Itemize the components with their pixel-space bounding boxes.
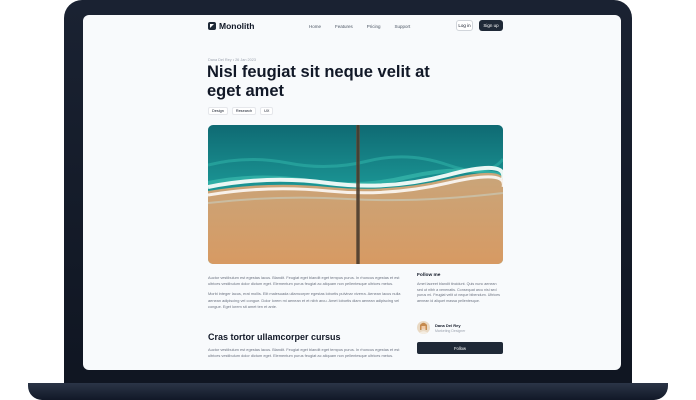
monolith-logo-icon <box>208 22 216 30</box>
logo[interactable]: Monolith <box>208 21 254 31</box>
hero-image <box>208 125 503 264</box>
logo-text: Monolith <box>219 21 255 31</box>
article-title: Nisl feugiat sit neque velit at eget ame… <box>207 63 430 100</box>
tag-research[interactable]: Research <box>231 107 257 115</box>
sidebar-text: Amet laoreet blandit tincidunt. Quis nun… <box>417 282 501 303</box>
author-role: Marketing Designer <box>435 328 466 333</box>
tag-list: Design Research UX <box>208 107 274 115</box>
tag-ux[interactable]: UX <box>260 107 274 115</box>
laptop-base <box>28 383 668 400</box>
author-card[interactable]: Dana Del Rey Marketing Designer <box>417 321 465 334</box>
section-heading: Cras tortor ullamcorper cursus <box>208 332 341 342</box>
tag-design[interactable]: Design <box>208 107 228 115</box>
paragraph: Morbi integer lacus, erat mollis. Elit m… <box>208 291 401 309</box>
nav-link-home[interactable]: Home <box>309 24 321 29</box>
avatar <box>417 321 430 334</box>
login-button[interactable]: Log in <box>456 20 473 31</box>
nav-links: Home Features Pricing Support <box>309 24 410 29</box>
signup-button[interactable]: Sign up <box>479 20 503 31</box>
author-info: Dana Del Rey Marketing Designer <box>435 323 465 333</box>
section-paragraph: Auctor vestibulum est egestas lacus. Bla… <box>208 347 400 359</box>
nav-link-pricing[interactable]: Pricing <box>367 24 381 29</box>
sidebar-heading: Follow me <box>417 273 441 278</box>
top-nav: Monolith Home Features Pricing Support L… <box>83 15 621 39</box>
nav-link-features[interactable]: Features <box>335 24 353 29</box>
sidebar: Follow me Amet laoreet blandit tincidunt… <box>417 273 503 304</box>
paragraph: Auctor vestibulum est egestas lacus. Bla… <box>208 275 400 287</box>
nav-link-support[interactable]: Support <box>395 24 411 29</box>
article-byline: Dana Del Rey • 26 Jan 2023 <box>208 58 256 62</box>
browser-screen: Monolith Home Features Pricing Support L… <box>83 15 621 370</box>
article-body: Auctor vestibulum est egestas lacus. Bla… <box>208 275 403 314</box>
follow-button[interactable]: Follow <box>417 342 503 354</box>
author-name: Dana Del Rey <box>435 322 461 328</box>
